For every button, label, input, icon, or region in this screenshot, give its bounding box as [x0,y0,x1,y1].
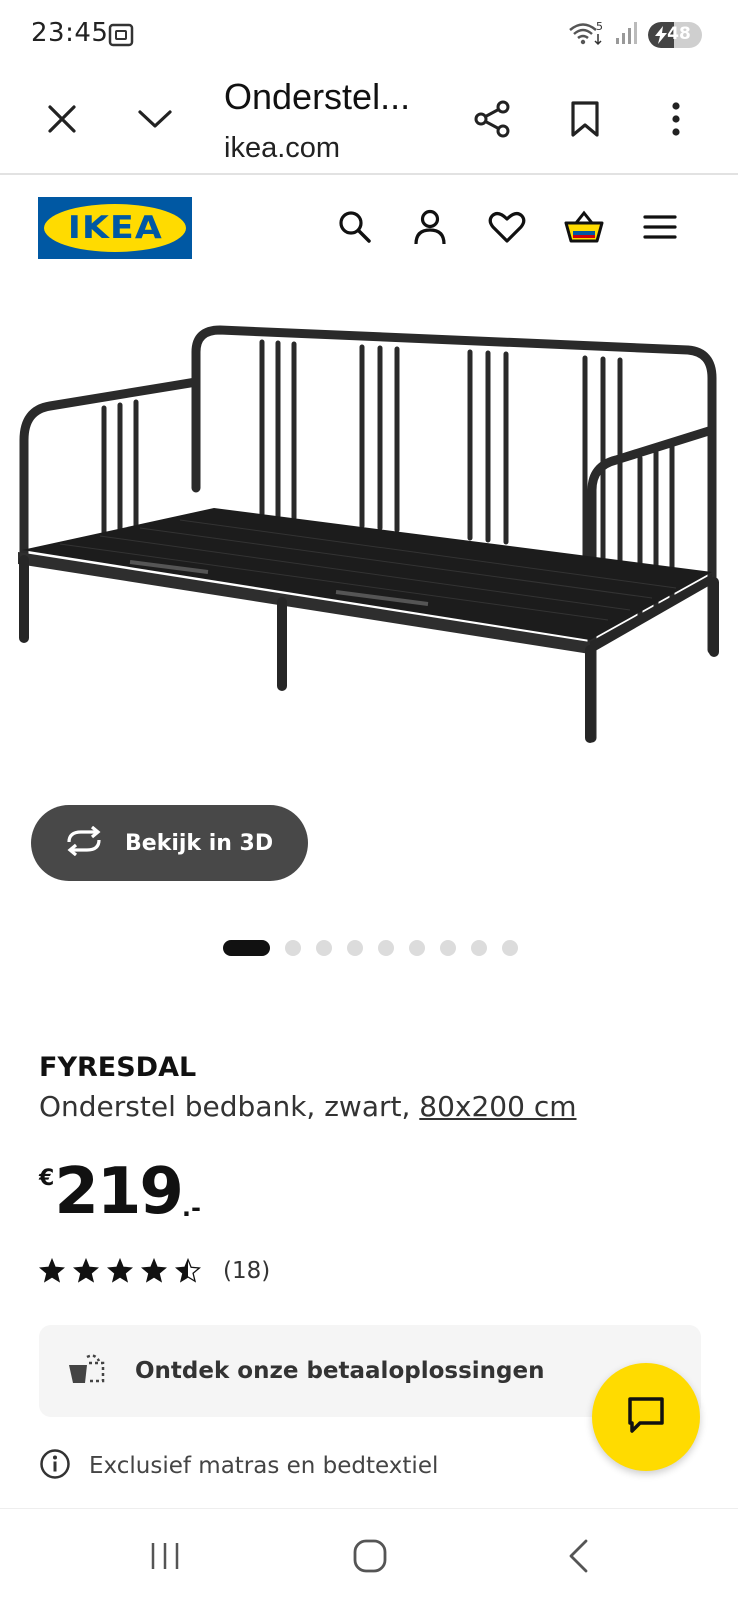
product-description-text: Onderstel bedbank, zwart, [39,1090,411,1123]
product-price: € 219 .- [39,1160,201,1224]
carousel-dot[interactable] [471,940,487,956]
rating-count[interactable]: (18) [223,1258,270,1284]
battery-level: 48 [667,24,691,44]
home-icon[interactable] [345,1531,395,1581]
logo-oval: IKEA [44,204,186,252]
view-3d-label: Bekijk in 3D [125,830,274,856]
price-currency: € [39,1166,55,1191]
rotate-icon [63,825,105,860]
screenshot-icon [108,22,134,52]
star-icon [39,1258,65,1283]
carousel-indicator[interactable] [223,940,518,956]
carousel-dot[interactable] [502,940,518,956]
status-bar: 23:45 5 48 [0,0,738,70]
info-icon [39,1448,71,1484]
product-rating[interactable]: (18) [39,1258,270,1284]
back-icon[interactable] [553,1531,603,1581]
site-header: IKEA [0,177,738,277]
close-icon[interactable] [37,94,87,144]
price-decimal: .- [181,1194,201,1222]
more-vert-icon[interactable] [651,94,701,144]
carousel-dot[interactable] [409,940,425,956]
product-info-note: Exclusief matras en bedtextiel [39,1448,438,1484]
heart-icon[interactable] [485,205,529,249]
star-icon [141,1258,167,1283]
share-icon[interactable] [467,94,517,144]
star-icon [175,1258,201,1283]
carousel-dot[interactable] [378,940,394,956]
price-integer: 219 [54,1155,184,1229]
chat-button[interactable] [592,1363,700,1471]
user-icon[interactable] [408,205,452,249]
chevron-down-icon[interactable] [130,94,180,144]
page-domain[interactable]: ikea.com [224,132,340,165]
battery-icon: 48 [648,22,702,48]
menu-icon[interactable] [638,205,682,249]
carousel-dot[interactable] [223,940,270,956]
signal-icon [614,20,640,50]
carousel-dot[interactable] [347,940,363,956]
wifi-icon: 5 [568,20,606,50]
carousel-dot[interactable] [440,940,456,956]
product-name: FYRESDAL [39,1052,197,1083]
product-image[interactable] [0,290,738,780]
system-nav-bar [0,1508,738,1600]
status-icons: 5 48 [568,20,702,50]
wifi-badge: 5 [596,20,603,33]
carousel-dot[interactable] [285,940,301,956]
ikea-logo[interactable]: IKEA [38,197,192,259]
view-3d-button[interactable]: Bekijk in 3D [31,805,308,881]
cart-icon[interactable] [562,205,606,249]
page-title[interactable]: Onderstel... [224,76,410,118]
carousel-dot[interactable] [316,940,332,956]
bookmark-icon[interactable] [560,94,610,144]
info-text: Exclusief matras en bedtextiel [89,1453,439,1479]
product-description: Onderstel bedbank, zwart, 80x200 cm [39,1090,577,1123]
recent-apps-icon[interactable] [140,1531,190,1581]
product-size-link[interactable]: 80x200 cm [419,1090,576,1123]
payment-icon [67,1353,107,1389]
payment-options-label: Ontdek onze betaaloplossingen [135,1358,545,1384]
chat-icon [626,1395,666,1439]
rating-stars [39,1258,201,1284]
search-icon[interactable] [333,205,377,249]
star-icon [107,1258,133,1283]
browser-toolbar: Onderstel... ikea.com [0,70,738,175]
star-icon [73,1258,99,1283]
status-time: 23:45 [31,18,109,48]
logo-text: IKEA [67,210,163,246]
